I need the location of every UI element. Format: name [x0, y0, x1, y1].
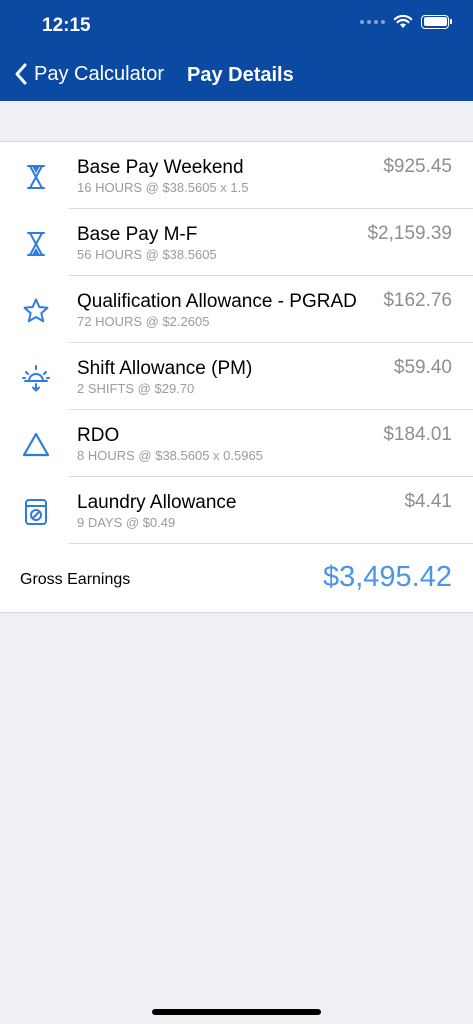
item-amount: $2,159.39	[367, 223, 452, 244]
hourglass-icon	[27, 165, 45, 189]
item-amount: $184.01	[383, 424, 452, 445]
item-title: Qualification Allowance - PGRAD	[77, 291, 357, 312]
status-time: 12:15	[42, 15, 91, 36]
home-indicator[interactable]	[152, 1009, 321, 1015]
item-detail: 72 HOURS @ $2.2605	[77, 314, 210, 329]
star-icon	[23, 298, 49, 323]
page-title: Pay Details	[187, 64, 294, 86]
item-detail: 8 HOURS @ $38.5605 x 0.5965	[77, 448, 263, 463]
cellular-signal-icon	[360, 19, 385, 24]
list-item[interactable]: Base Pay M-F 56 HOURS @ $38.5605 $2,159.…	[0, 209, 473, 276]
item-title: Shift Allowance (PM)	[77, 358, 253, 379]
item-title: Laundry Allowance	[77, 492, 237, 513]
list-item[interactable]: Laundry Allowance 9 DAYS @ $0.49 $4.41	[0, 477, 473, 544]
triangle-icon	[22, 432, 50, 457]
wifi-icon	[393, 14, 413, 28]
item-amount: $4.41	[404, 491, 452, 512]
item-detail: 2 SHIFTS @ $29.70	[77, 381, 195, 396]
item-detail: 9 DAYS @ $0.49	[77, 515, 176, 530]
item-title: Base Pay M-F	[77, 224, 198, 245]
item-detail: 16 HOURS @ $38.5605 x 1.5	[77, 180, 249, 195]
gross-earnings-row: Gross Earnings $3,495.42	[0, 544, 473, 612]
status-indicators	[360, 14, 452, 29]
washing-machine-icon	[25, 499, 47, 525]
battery-icon	[421, 14, 452, 29]
pay-items-list: Base Pay Weekend 16 HOURS @ $38.5605 x 1…	[0, 141, 473, 613]
list-item[interactable]: Shift Allowance (PM) 2 SHIFTS @ $29.70 $…	[0, 343, 473, 410]
back-button[interactable]: Pay Calculator	[14, 62, 164, 86]
item-title: Base Pay Weekend	[77, 157, 244, 178]
gross-earnings-label: Gross Earnings	[20, 571, 131, 588]
hourglass-icon	[27, 232, 45, 256]
item-detail: 56 HOURS @ $38.5605	[77, 247, 217, 262]
chevron-left-icon	[15, 63, 27, 85]
list-item[interactable]: RDO 8 HOURS @ $38.5605 x 0.5965 $184.01	[0, 410, 473, 477]
nav-header: 12:15 Pay Calculator Pay Details	[0, 0, 473, 101]
gross-earnings-value: $3,495.42	[322, 561, 452, 593]
back-button-label: Pay Calculator	[34, 62, 165, 85]
sunset-icon	[22, 365, 50, 392]
item-title: RDO	[77, 425, 120, 446]
list-item[interactable]: Qualification Allowance - PGRAD 72 HOURS…	[0, 276, 473, 343]
item-amount: $925.45	[383, 156, 452, 177]
item-amount: $59.40	[393, 357, 452, 378]
item-amount: $162.76	[383, 290, 452, 311]
list-item[interactable]: Base Pay Weekend 16 HOURS @ $38.5605 x 1…	[0, 142, 473, 209]
